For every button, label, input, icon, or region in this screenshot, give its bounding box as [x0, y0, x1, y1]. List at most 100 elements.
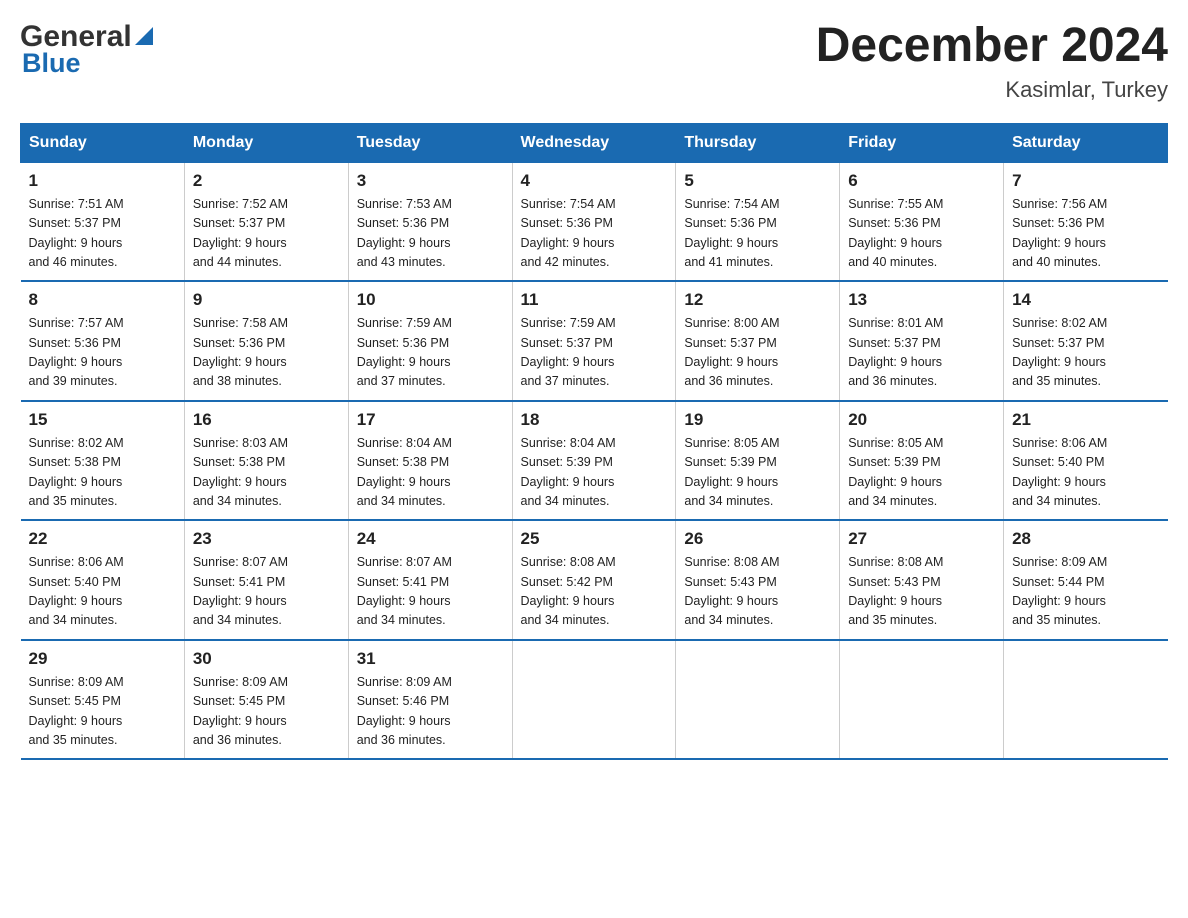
calendar-cell: 1 Sunrise: 7:51 AM Sunset: 5:37 PM Dayli… — [21, 162, 185, 281]
calendar-cell: 20 Sunrise: 8:05 AM Sunset: 5:39 PM Dayl… — [840, 401, 1004, 521]
calendar-cell: 31 Sunrise: 8:09 AM Sunset: 5:46 PM Dayl… — [348, 640, 512, 760]
day-info: Sunrise: 8:09 AM Sunset: 5:45 PM Dayligh… — [193, 673, 340, 751]
calendar-header-row: SundayMondayTuesdayWednesdayThursdayFrid… — [21, 123, 1168, 162]
calendar-cell: 6 Sunrise: 7:55 AM Sunset: 5:36 PM Dayli… — [840, 162, 1004, 281]
day-number: 2 — [193, 171, 340, 191]
month-year-title: December 2024 — [816, 20, 1168, 73]
calendar-cell: 2 Sunrise: 7:52 AM Sunset: 5:37 PM Dayli… — [184, 162, 348, 281]
day-number: 30 — [193, 649, 340, 669]
day-info: Sunrise: 7:58 AM Sunset: 5:36 PM Dayligh… — [193, 314, 340, 392]
calendar-cell: 30 Sunrise: 8:09 AM Sunset: 5:45 PM Dayl… — [184, 640, 348, 760]
day-info: Sunrise: 8:09 AM Sunset: 5:44 PM Dayligh… — [1012, 553, 1159, 631]
calendar-week-row: 22 Sunrise: 8:06 AM Sunset: 5:40 PM Dayl… — [21, 520, 1168, 640]
day-number: 20 — [848, 410, 995, 430]
day-number: 5 — [684, 171, 831, 191]
day-info: Sunrise: 7:59 AM Sunset: 5:37 PM Dayligh… — [521, 314, 668, 392]
calendar-cell: 24 Sunrise: 8:07 AM Sunset: 5:41 PM Dayl… — [348, 520, 512, 640]
page-header: General Blue December 2024 Kasimlar, Tur… — [20, 20, 1168, 103]
day-info: Sunrise: 8:05 AM Sunset: 5:39 PM Dayligh… — [848, 434, 995, 512]
header-monday: Monday — [184, 123, 348, 162]
calendar-cell: 22 Sunrise: 8:06 AM Sunset: 5:40 PM Dayl… — [21, 520, 185, 640]
day-number: 21 — [1012, 410, 1159, 430]
day-info: Sunrise: 7:57 AM Sunset: 5:36 PM Dayligh… — [29, 314, 176, 392]
day-number: 13 — [848, 290, 995, 310]
calendar-week-row: 8 Sunrise: 7:57 AM Sunset: 5:36 PM Dayli… — [21, 281, 1168, 401]
day-number: 1 — [29, 171, 176, 191]
day-number: 28 — [1012, 529, 1159, 549]
day-info: Sunrise: 7:51 AM Sunset: 5:37 PM Dayligh… — [29, 195, 176, 273]
day-info: Sunrise: 7:54 AM Sunset: 5:36 PM Dayligh… — [521, 195, 668, 273]
day-number: 25 — [521, 529, 668, 549]
calendar-cell: 9 Sunrise: 7:58 AM Sunset: 5:36 PM Dayli… — [184, 281, 348, 401]
day-number: 17 — [357, 410, 504, 430]
calendar-cell: 28 Sunrise: 8:09 AM Sunset: 5:44 PM Dayl… — [1004, 520, 1168, 640]
day-number: 24 — [357, 529, 504, 549]
day-info: Sunrise: 7:54 AM Sunset: 5:36 PM Dayligh… — [684, 195, 831, 273]
calendar-cell: 4 Sunrise: 7:54 AM Sunset: 5:36 PM Dayli… — [512, 162, 676, 281]
day-info: Sunrise: 8:06 AM Sunset: 5:40 PM Dayligh… — [29, 553, 176, 631]
day-info: Sunrise: 8:08 AM Sunset: 5:43 PM Dayligh… — [848, 553, 995, 631]
day-info: Sunrise: 8:09 AM Sunset: 5:45 PM Dayligh… — [29, 673, 176, 751]
day-info: Sunrise: 7:56 AM Sunset: 5:36 PM Dayligh… — [1012, 195, 1159, 273]
calendar-cell: 17 Sunrise: 8:04 AM Sunset: 5:38 PM Dayl… — [348, 401, 512, 521]
day-number: 31 — [357, 649, 504, 669]
calendar-cell: 11 Sunrise: 7:59 AM Sunset: 5:37 PM Dayl… — [512, 281, 676, 401]
calendar-week-row: 1 Sunrise: 7:51 AM Sunset: 5:37 PM Dayli… — [21, 162, 1168, 281]
logo-triangle-icon — [135, 27, 153, 45]
day-info: Sunrise: 8:04 AM Sunset: 5:39 PM Dayligh… — [521, 434, 668, 512]
calendar-cell: 3 Sunrise: 7:53 AM Sunset: 5:36 PM Dayli… — [348, 162, 512, 281]
day-number: 6 — [848, 171, 995, 191]
day-number: 29 — [29, 649, 176, 669]
day-info: Sunrise: 7:55 AM Sunset: 5:36 PM Dayligh… — [848, 195, 995, 273]
calendar-cell: 29 Sunrise: 8:09 AM Sunset: 5:45 PM Dayl… — [21, 640, 185, 760]
header-thursday: Thursday — [676, 123, 840, 162]
day-info: Sunrise: 8:02 AM Sunset: 5:38 PM Dayligh… — [29, 434, 176, 512]
calendar-week-row: 15 Sunrise: 8:02 AM Sunset: 5:38 PM Dayl… — [21, 401, 1168, 521]
calendar-cell: 23 Sunrise: 8:07 AM Sunset: 5:41 PM Dayl… — [184, 520, 348, 640]
calendar-cell: 25 Sunrise: 8:08 AM Sunset: 5:42 PM Dayl… — [512, 520, 676, 640]
day-number: 14 — [1012, 290, 1159, 310]
calendar-week-row: 29 Sunrise: 8:09 AM Sunset: 5:45 PM Dayl… — [21, 640, 1168, 760]
day-number: 19 — [684, 410, 831, 430]
day-number: 4 — [521, 171, 668, 191]
calendar-cell: 12 Sunrise: 8:00 AM Sunset: 5:37 PM Dayl… — [676, 281, 840, 401]
day-number: 22 — [29, 529, 176, 549]
day-info: Sunrise: 8:08 AM Sunset: 5:43 PM Dayligh… — [684, 553, 831, 631]
day-info: Sunrise: 8:06 AM Sunset: 5:40 PM Dayligh… — [1012, 434, 1159, 512]
calendar-cell: 14 Sunrise: 8:02 AM Sunset: 5:37 PM Dayl… — [1004, 281, 1168, 401]
day-info: Sunrise: 7:52 AM Sunset: 5:37 PM Dayligh… — [193, 195, 340, 273]
day-number: 27 — [848, 529, 995, 549]
calendar-table: SundayMondayTuesdayWednesdayThursdayFrid… — [20, 123, 1168, 761]
day-info: Sunrise: 8:03 AM Sunset: 5:38 PM Dayligh… — [193, 434, 340, 512]
calendar-cell: 8 Sunrise: 7:57 AM Sunset: 5:36 PM Dayli… — [21, 281, 185, 401]
day-info: Sunrise: 8:09 AM Sunset: 5:46 PM Dayligh… — [357, 673, 504, 751]
calendar-cell: 7 Sunrise: 7:56 AM Sunset: 5:36 PM Dayli… — [1004, 162, 1168, 281]
header-sunday: Sunday — [21, 123, 185, 162]
calendar-cell — [512, 640, 676, 760]
day-number: 9 — [193, 290, 340, 310]
calendar-cell: 13 Sunrise: 8:01 AM Sunset: 5:37 PM Dayl… — [840, 281, 1004, 401]
title-block: December 2024 Kasimlar, Turkey — [816, 20, 1168, 103]
calendar-cell: 15 Sunrise: 8:02 AM Sunset: 5:38 PM Dayl… — [21, 401, 185, 521]
day-number: 16 — [193, 410, 340, 430]
header-saturday: Saturday — [1004, 123, 1168, 162]
calendar-cell: 18 Sunrise: 8:04 AM Sunset: 5:39 PM Dayl… — [512, 401, 676, 521]
header-friday: Friday — [840, 123, 1004, 162]
day-number: 18 — [521, 410, 668, 430]
day-info: Sunrise: 8:07 AM Sunset: 5:41 PM Dayligh… — [193, 553, 340, 631]
day-info: Sunrise: 8:05 AM Sunset: 5:39 PM Dayligh… — [684, 434, 831, 512]
calendar-cell: 26 Sunrise: 8:08 AM Sunset: 5:43 PM Dayl… — [676, 520, 840, 640]
day-number: 23 — [193, 529, 340, 549]
day-number: 15 — [29, 410, 176, 430]
header-tuesday: Tuesday — [348, 123, 512, 162]
day-number: 3 — [357, 171, 504, 191]
day-number: 10 — [357, 290, 504, 310]
day-info: Sunrise: 8:02 AM Sunset: 5:37 PM Dayligh… — [1012, 314, 1159, 392]
day-info: Sunrise: 8:08 AM Sunset: 5:42 PM Dayligh… — [521, 553, 668, 631]
logo: General Blue — [20, 20, 153, 79]
day-info: Sunrise: 7:59 AM Sunset: 5:36 PM Dayligh… — [357, 314, 504, 392]
location-subtitle: Kasimlar, Turkey — [816, 77, 1168, 103]
day-info: Sunrise: 8:01 AM Sunset: 5:37 PM Dayligh… — [848, 314, 995, 392]
day-info: Sunrise: 8:04 AM Sunset: 5:38 PM Dayligh… — [357, 434, 504, 512]
day-info: Sunrise: 8:07 AM Sunset: 5:41 PM Dayligh… — [357, 553, 504, 631]
